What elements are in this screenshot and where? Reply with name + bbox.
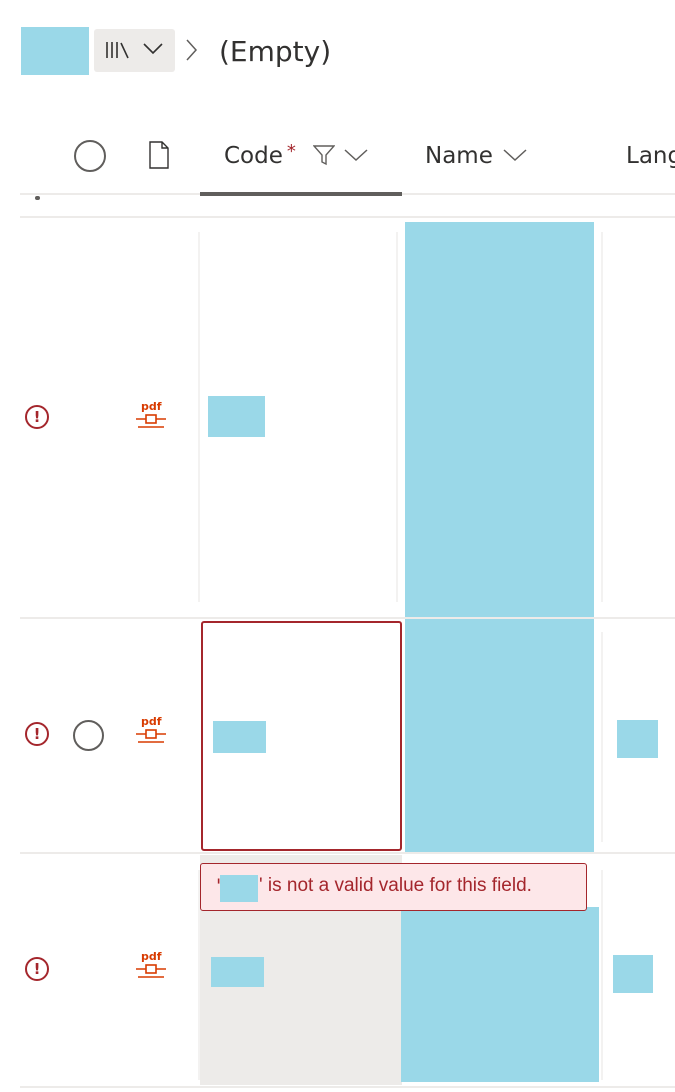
column-header-code-label: Code bbox=[224, 143, 283, 169]
column-header-code[interactable]: Code * bbox=[224, 140, 296, 174]
pdf-icon: pdf bbox=[136, 716, 166, 746]
chevron-down-icon[interactable] bbox=[344, 148, 368, 162]
column-divider bbox=[601, 870, 603, 1080]
column-header-name[interactable]: Name bbox=[425, 140, 493, 172]
pdf-icon: pdf bbox=[136, 401, 166, 431]
code-cell-value[interactable] bbox=[208, 396, 265, 437]
site-logo[interactable] bbox=[21, 27, 89, 75]
pdf-icon-label: pdf bbox=[141, 715, 162, 728]
row-divider bbox=[20, 617, 675, 619]
column-divider bbox=[601, 232, 603, 602]
row-divider bbox=[20, 216, 675, 218]
validation-error-tooltip: ' ' is not a valid value for this field. bbox=[200, 863, 587, 911]
column-divider bbox=[601, 632, 603, 842]
pdf-icon: pdf bbox=[136, 951, 166, 981]
chevron-right-icon bbox=[186, 39, 198, 61]
row-divider bbox=[20, 1086, 675, 1088]
filter-icon[interactable] bbox=[313, 144, 335, 166]
row-divider bbox=[20, 852, 675, 854]
row-grip bbox=[35, 196, 40, 200]
required-marker: * bbox=[286, 141, 296, 162]
error-icon[interactable]: ! bbox=[25, 405, 49, 429]
error-icon[interactable]: ! bbox=[25, 957, 49, 981]
chevron-down-icon bbox=[143, 43, 163, 55]
library-switcher-button[interactable] bbox=[94, 29, 175, 72]
lang-cell-value[interactable] bbox=[613, 955, 653, 993]
pdf-icon-label: pdf bbox=[141, 950, 162, 963]
name-cell-value[interactable] bbox=[405, 222, 594, 852]
chevron-down-icon[interactable] bbox=[503, 148, 527, 162]
sorted-column-indicator bbox=[200, 192, 402, 196]
library-icon bbox=[106, 42, 129, 59]
invalid-value-redacted bbox=[220, 875, 258, 902]
column-divider bbox=[198, 232, 200, 602]
document-icon bbox=[149, 141, 169, 169]
name-cell-value[interactable] bbox=[401, 907, 599, 1082]
column-divider bbox=[396, 232, 398, 602]
pdf-icon-label: pdf bbox=[141, 400, 162, 413]
validation-error-message: ' is not a valid value for this field. bbox=[259, 875, 532, 896]
lang-cell-value[interactable] bbox=[617, 720, 658, 758]
code-cell-input-value[interactable] bbox=[213, 721, 266, 753]
error-icon[interactable]: ! bbox=[25, 722, 49, 746]
list-view: (Empty) Code * Name Lang ! pdf ! pdf ! p… bbox=[0, 0, 675, 1092]
breadcrumb-current: (Empty) bbox=[219, 35, 332, 68]
select-all-checkbox[interactable] bbox=[74, 140, 106, 172]
row-select-checkbox[interactable] bbox=[73, 720, 104, 751]
code-cell-value[interactable] bbox=[211, 957, 264, 987]
column-header-lang[interactable]: Lang bbox=[626, 140, 675, 172]
